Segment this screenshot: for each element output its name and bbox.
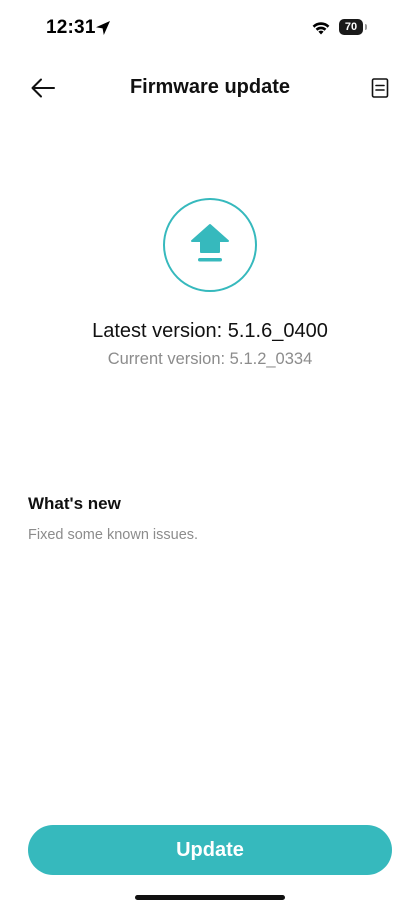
status-bar: 12:31 70 bbox=[0, 0, 420, 58]
firmware-update-badge bbox=[163, 198, 257, 292]
location-arrow-icon bbox=[96, 21, 110, 35]
battery-tip bbox=[365, 24, 367, 30]
home-indicator bbox=[135, 895, 285, 900]
latest-version: Latest version: 5.1.6_0400 bbox=[92, 320, 328, 342]
status-time: 12:31 bbox=[46, 17, 96, 38]
whats-new-heading: What's new bbox=[28, 494, 121, 513]
document-icon bbox=[371, 78, 389, 98]
update-button[interactable]: Update bbox=[28, 825, 392, 875]
current-version: Current version: 5.1.2_0334 bbox=[107, 350, 313, 368]
header: Firmware update bbox=[0, 58, 420, 118]
wifi-icon bbox=[312, 22, 330, 35]
battery-indicator: 70 bbox=[339, 19, 367, 35]
whats-new-body: Fixed some known issues. bbox=[28, 527, 199, 543]
update-log-button[interactable] bbox=[366, 74, 394, 102]
upload-icon bbox=[191, 224, 229, 262]
battery-level: 70 bbox=[344, 21, 358, 33]
page-title: Firmware update bbox=[129, 76, 291, 98]
